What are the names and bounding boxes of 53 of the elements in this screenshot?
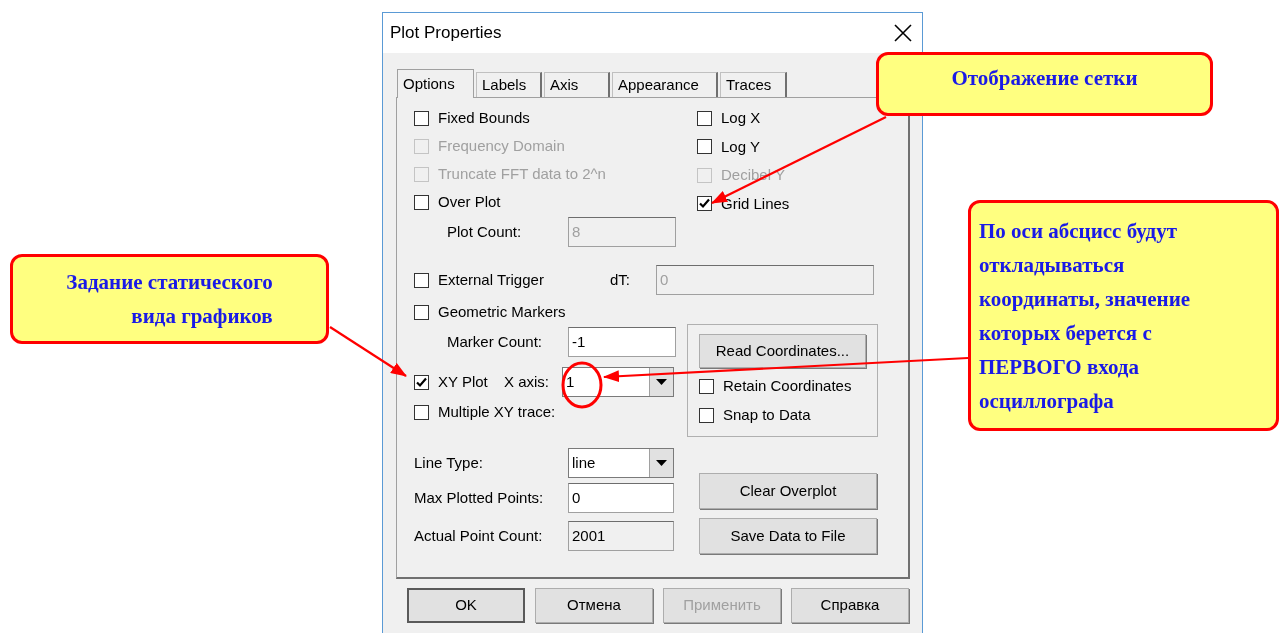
- checkbox-label: Fixed Bounds: [438, 107, 530, 128]
- checkbox-label: Geometric Markers: [438, 301, 566, 322]
- checkbox-label: Retain Coordinates: [723, 376, 852, 397]
- button[interactable]: OK: [407, 588, 525, 623]
- checkbox[interactable]: [699, 379, 714, 394]
- checkbox[interactable]: [414, 194, 429, 210]
- button[interactable]: Справка: [791, 588, 909, 623]
- dropdown[interactable]: line: [568, 448, 674, 478]
- checkbox[interactable]: [699, 408, 714, 423]
- checkbox[interactable]: [697, 139, 712, 155]
- callout-text: Отображение сетки: [951, 65, 1138, 92]
- checkbox-label: Over Plot: [438, 191, 501, 212]
- checkbox[interactable]: [414, 304, 429, 320]
- checkbox-label: XY Plot: [438, 371, 488, 392]
- field-label: Actual Point Count:: [414, 525, 544, 546]
- callout-text: Задание статического вида графиков: [66, 269, 273, 330]
- input-field[interactable]: -1: [568, 327, 676, 357]
- tab[interactable]: Traces: [720, 72, 787, 97]
- button[interactable]: Read Coordinates...: [699, 334, 866, 368]
- field-label: Plot Count:: [446, 221, 523, 242]
- close-icon[interactable]: [894, 24, 912, 42]
- checkbox-label: Log Y: [721, 136, 760, 157]
- checkbox-label: External Trigger: [438, 269, 544, 290]
- tab[interactable]: Options: [397, 69, 474, 98]
- checkbox[interactable]: [697, 196, 712, 212]
- button[interactable]: Save Data to File: [699, 518, 877, 554]
- checkbox[interactable]: [414, 404, 429, 420]
- checkbox-label: Multiple XY trace:: [438, 401, 556, 422]
- input-field[interactable]: 0: [568, 483, 674, 513]
- button[interactable]: Clear Overplot: [699, 473, 877, 509]
- dropdown-arrow-icon: [656, 378, 667, 386]
- tab[interactable]: Axis: [544, 72, 610, 97]
- field-label: dT:: [610, 269, 631, 290]
- dropdown-arrow-icon: [656, 459, 667, 467]
- checkbox[interactable]: [414, 272, 429, 288]
- field-label: X axis:: [504, 371, 550, 392]
- checkbox-label: Frequency Domain: [438, 135, 565, 156]
- checkbox[interactable]: [414, 110, 429, 126]
- callout-text: По оси абсцисс будут откладываться координаты, значение которых берется с ПЕРВОГО входа осциллографа: [979, 217, 1191, 415]
- checkbox-label: Truncate FFT data to 2^n: [438, 163, 606, 184]
- checkbox[interactable]: [414, 374, 429, 390]
- button[interactable]: Отмена: [535, 588, 653, 623]
- checkbox-label: Snap to Data: [723, 405, 811, 426]
- checkbox-label: Log X: [721, 108, 761, 128]
- tab[interactable]: Labels: [476, 72, 542, 97]
- window-title: Plot Properties: [390, 22, 502, 45]
- field-label: Max Plotted Points:: [414, 487, 545, 508]
- checkbox[interactable]: [697, 110, 712, 126]
- input-field[interactable]: 2001: [568, 521, 674, 551]
- tab[interactable]: Appearance: [612, 72, 718, 97]
- highlight-circle: [561, 361, 603, 409]
- field-label: Line Type:: [414, 452, 484, 473]
- field-label: Marker Count:: [446, 331, 544, 352]
